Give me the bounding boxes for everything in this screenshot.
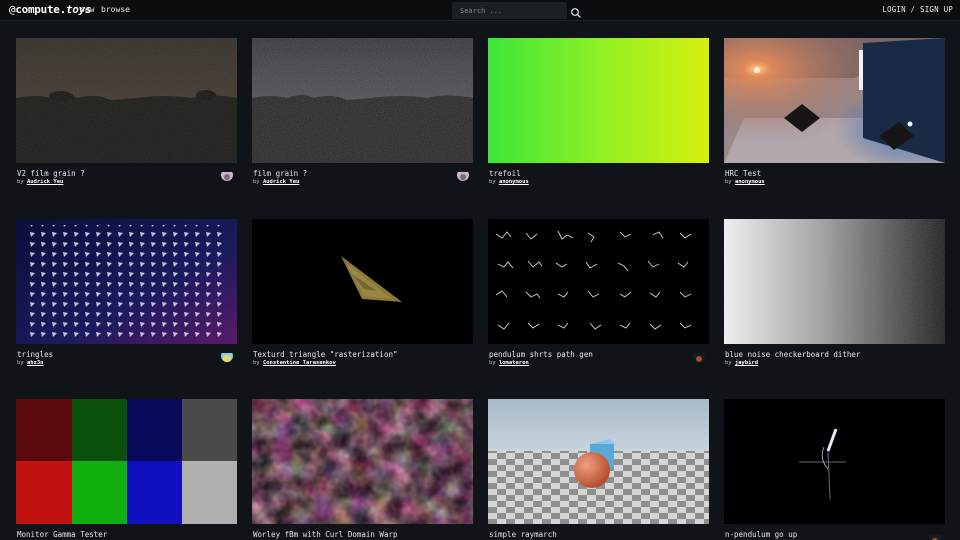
shader-byline: by lomateron (489, 360, 529, 366)
author-link[interactable]: Constantine Tarasenkov (263, 360, 336, 366)
shader-byline: by ahz3n (17, 360, 44, 366)
shader-title[interactable]: tringles (17, 350, 53, 359)
shader-title[interactable]: trefoil (489, 169, 521, 178)
shader-title[interactable]: Worley fBm with Curl Domain Warp (253, 530, 398, 539)
by-label: by (17, 179, 24, 185)
login-signup-link[interactable]: LOGIN / SIGN UP (882, 5, 953, 14)
shader-title[interactable]: pendulum shrts path gen (489, 350, 593, 359)
shader-byline: by jaybird (725, 360, 758, 366)
shader-thumbnail[interactable] (16, 219, 237, 344)
by-label: by (17, 360, 24, 366)
author-link[interactable]: Audrick Yeu (263, 179, 299, 185)
shader-thumbnail[interactable] (488, 399, 709, 524)
by-label: by (725, 360, 732, 366)
shader-thumbnail[interactable] (16, 399, 237, 524)
author-link[interactable]: ahz3n (27, 360, 44, 366)
shader-thumbnail[interactable] (252, 399, 473, 524)
shader-thumbnail[interactable] (488, 219, 709, 344)
avatar[interactable] (221, 350, 233, 362)
avatar[interactable] (693, 350, 705, 362)
author-link[interactable]: anonymous (499, 179, 529, 185)
avatar[interactable] (457, 169, 469, 181)
author-link[interactable]: lomateron (499, 360, 529, 366)
shader-thumbnail[interactable] (252, 219, 473, 344)
shader-byline: by Audrick Yeu (253, 179, 299, 185)
shader-title[interactable]: Monitor Gamma Tester (17, 530, 107, 539)
avatar[interactable] (929, 532, 941, 540)
by-label: by (489, 360, 496, 366)
author-link[interactable]: jaybird (735, 360, 758, 366)
shader-title[interactable]: Texturd triangle "rasterization" (253, 350, 398, 359)
by-label: by (253, 360, 260, 366)
shader-title[interactable]: simple raymarch (489, 530, 557, 539)
search-icon (571, 8, 581, 18)
shader-thumbnail[interactable] (488, 38, 709, 163)
shader-title[interactable]: blue noise checkerboard dither (725, 350, 860, 359)
shader-byline: by Audrick Yeu (17, 179, 63, 185)
shader-byline: by Constantine Tarasenkov (253, 360, 336, 366)
shader-title[interactable]: film grain ? (253, 169, 307, 178)
logo-main: compute. (15, 3, 66, 16)
author-link[interactable]: anonymous (735, 179, 765, 185)
site-logo[interactable]: @compute.toys (9, 3, 92, 16)
shader-byline: by anonymous (725, 179, 765, 185)
search-button[interactable] (570, 4, 582, 18)
by-label: by (725, 179, 732, 185)
shader-title[interactable]: V2 film grain ? (17, 169, 85, 178)
avatar[interactable] (221, 169, 233, 181)
shader-title[interactable]: n-pendulum go up (725, 530, 797, 539)
shader-byline: by anonymous (489, 179, 529, 185)
shader-thumbnail[interactable] (724, 399, 945, 524)
shader-title[interactable]: HRC Test (725, 169, 761, 178)
nav-new-link[interactable]: new (80, 5, 94, 14)
shader-thumbnail[interactable] (252, 38, 473, 163)
top-bar: @compute.toys new browse LOGIN / SIGN UP (0, 0, 960, 21)
nav-browse-link[interactable]: browse (101, 5, 130, 14)
author-link[interactable]: Audrick Yeu (27, 179, 63, 185)
shader-thumbnail[interactable] (724, 38, 945, 163)
search-input[interactable] (452, 2, 567, 19)
shader-thumbnail[interactable] (16, 38, 237, 163)
by-label: by (253, 179, 260, 185)
shader-thumbnail[interactable] (724, 219, 945, 344)
by-label: by (489, 179, 496, 185)
